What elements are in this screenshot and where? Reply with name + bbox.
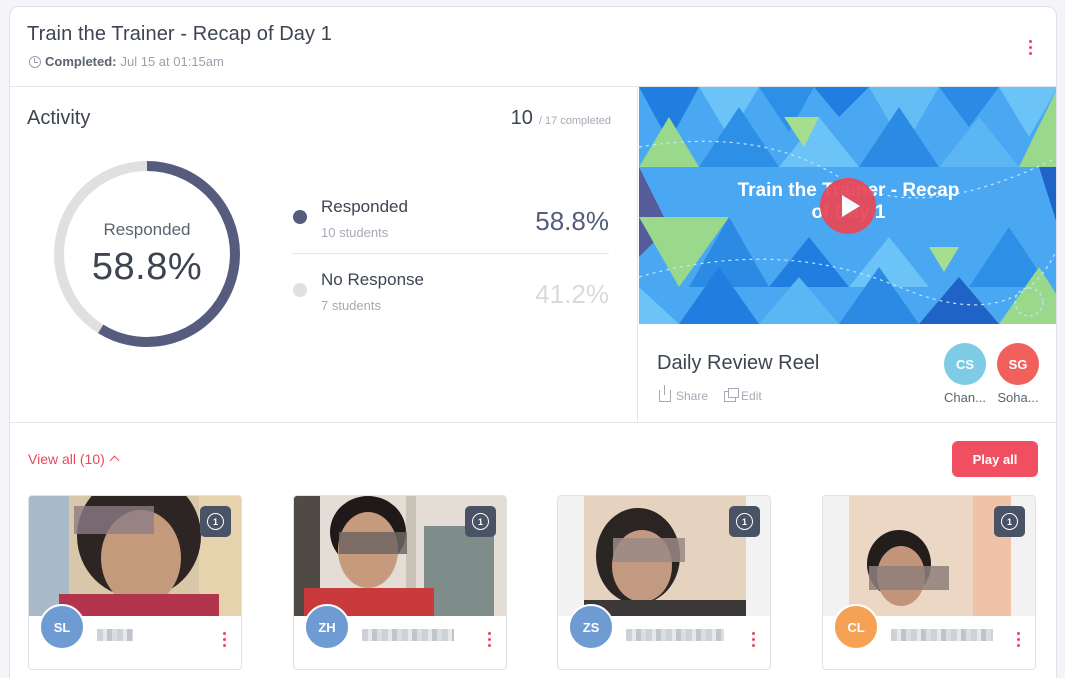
avatar: ZS: [568, 604, 614, 650]
edit-icon: [724, 387, 740, 402]
share-icon: [659, 385, 671, 402]
legend-pct: 58.8%: [535, 206, 609, 236]
more-options-icon[interactable]: [223, 632, 226, 647]
legend-pct: 41.2%: [535, 279, 609, 309]
more-options-icon[interactable]: [488, 632, 491, 647]
reel-thumbnail[interactable]: Train the Trainer - Recap of Day 1: [639, 87, 1056, 324]
completed-label: Completed:: [45, 54, 117, 69]
completed-count-value: 10: [510, 107, 533, 129]
student-name: [97, 629, 133, 641]
edit-button[interactable]: Edit: [724, 387, 762, 403]
avatar: SL: [39, 604, 85, 650]
comment-count-icon[interactable]: 1: [729, 506, 760, 537]
completed-count: 10 / 17 completed: [511, 107, 611, 130]
response-thumbnail[interactable]: 1: [558, 496, 770, 616]
clock-icon: [29, 55, 41, 68]
play-icon[interactable]: [820, 178, 876, 234]
response-card[interactable]: 1 CL: [822, 495, 1036, 670]
legend-dot-no-response: [293, 283, 307, 297]
legend-name: Responded: [321, 197, 408, 216]
edit-label: Edit: [741, 389, 762, 403]
share-label: Share: [676, 389, 709, 403]
view-all-label: View all (10): [28, 451, 105, 467]
reel-name: Daily Review Reel: [657, 352, 820, 374]
responses-section: View all (10) Play all 1 SL 1 ZH 1 ZS 1 …: [10, 422, 1056, 678]
avatar: ZH: [304, 604, 350, 650]
student-name: [626, 629, 724, 641]
view-all-link[interactable]: View all (10): [28, 451, 120, 467]
response-card[interactable]: 1 ZH: [293, 495, 507, 670]
avatar[interactable]: SG: [997, 343, 1039, 385]
share-button[interactable]: Share: [659, 385, 709, 403]
donut-center: Responded 58.8%: [52, 159, 242, 349]
reel-actions: Share Edit: [659, 385, 762, 403]
student-name: [362, 629, 454, 641]
response-card[interactable]: 1 ZS: [557, 495, 771, 670]
legend-sub: 10 students: [321, 225, 389, 240]
response-thumbnail[interactable]: 1: [29, 496, 241, 616]
legend-no-response: No Response 7 students 41.2%: [292, 255, 609, 327]
recap-header: Train the Trainer - Recap of Day 1 Compl…: [10, 7, 1056, 87]
completed-count-total: / 17 completed: [538, 115, 611, 127]
student-name: [891, 629, 993, 641]
response-thumbnail[interactable]: 1: [294, 496, 506, 616]
chevron-up-icon: [109, 455, 120, 466]
legend-name: No Response: [321, 270, 425, 289]
recap-card: Train the Trainer - Recap of Day 1 Compl…: [9, 6, 1057, 678]
play-all-button[interactable]: Play all: [952, 441, 1038, 477]
collaborator-name: Chan...: [944, 390, 986, 405]
avatar[interactable]: CS: [944, 343, 986, 385]
legend-dot-responded: [293, 210, 307, 224]
donut-label: Responded: [103, 219, 191, 239]
comment-count-icon[interactable]: 1: [200, 506, 231, 537]
completed-info: Completed: Jul 15 at 01:15am: [29, 54, 224, 69]
donut-value: 58.8%: [91, 245, 203, 288]
more-options-icon[interactable]: [1017, 632, 1020, 647]
legend-responded: Responded 10 students 58.8%: [292, 182, 609, 254]
response-card[interactable]: 1 SL: [28, 495, 242, 670]
collaborator-name: Soha...: [997, 390, 1039, 405]
more-options-icon[interactable]: [1029, 40, 1032, 55]
avatar: CL: [833, 604, 879, 650]
review-reel-panel: Train the Trainer - Recap of Day 1 Daily…: [639, 87, 1056, 422]
response-thumbnail[interactable]: 1: [823, 496, 1035, 616]
activity-title: Activity: [27, 107, 91, 129]
comment-count-icon[interactable]: 1: [994, 506, 1025, 537]
legend-sub: 7 students: [321, 298, 381, 313]
activity-panel: Activity 10 / 17 completed Responded 58.…: [10, 87, 638, 422]
completed-value: Jul 15 at 01:15am: [120, 54, 224, 69]
more-options-icon[interactable]: [752, 632, 755, 647]
page-title: Train the Trainer - Recap of Day 1: [27, 23, 333, 45]
comment-count-icon[interactable]: 1: [465, 506, 496, 537]
